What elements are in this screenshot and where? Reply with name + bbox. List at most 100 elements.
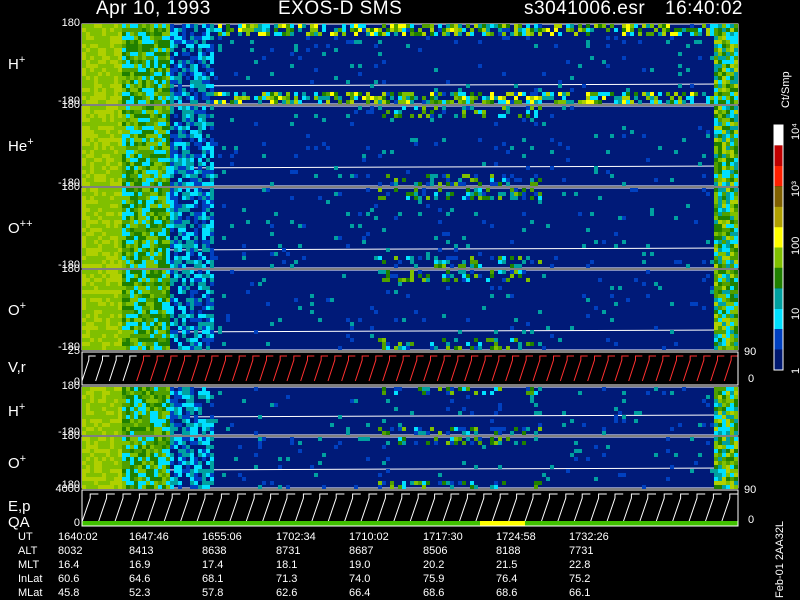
heat-cell <box>714 48 718 52</box>
heat-cell <box>178 457 182 461</box>
heat-cell <box>378 28 382 32</box>
heat-cell <box>522 188 526 192</box>
heat-cell <box>110 403 114 407</box>
heat-cell <box>678 423 682 427</box>
heat-cell <box>150 469 154 473</box>
heat-cell <box>90 162 94 166</box>
heat-cell <box>110 216 114 220</box>
heat-cell <box>82 224 86 228</box>
heat-cell <box>90 52 94 56</box>
heat-cell <box>510 146 514 150</box>
heat-cell <box>310 80 314 84</box>
heat-cell <box>114 80 118 84</box>
heat-cell <box>730 244 734 248</box>
heat-cell <box>202 330 206 334</box>
heat-cell <box>158 142 162 146</box>
heat-cell <box>122 200 126 204</box>
heat-cell <box>722 88 726 92</box>
heat-cell <box>158 411 162 415</box>
heat-cell <box>126 158 130 162</box>
heat-cell <box>102 485 106 489</box>
heat-cell <box>102 248 106 252</box>
heat-cell <box>130 419 134 423</box>
heat-cell <box>126 407 130 411</box>
heat-cell <box>162 473 166 477</box>
heat-cell <box>202 326 206 330</box>
heat-cell <box>722 114 726 118</box>
heat-cell <box>726 248 730 252</box>
heat-cell <box>158 264 162 268</box>
heat-cell <box>150 302 154 306</box>
heat-cell <box>730 170 734 174</box>
heat-cell <box>718 138 722 142</box>
heat-cell <box>122 346 126 350</box>
heat-cell <box>726 88 730 92</box>
heat-cell <box>134 457 138 461</box>
heat-cell <box>726 56 730 60</box>
heat-cell <box>134 170 138 174</box>
heat-cell <box>206 330 210 334</box>
heat-cell <box>122 423 126 427</box>
heat-cell <box>718 302 722 306</box>
heat-cell <box>722 270 726 274</box>
heat-cell <box>178 154 182 158</box>
heat-cell <box>490 178 494 182</box>
heat-cell <box>730 72 734 76</box>
heat-cell <box>498 100 502 104</box>
heat-cell <box>222 92 226 96</box>
heat-cell <box>118 228 122 232</box>
heat-cell <box>98 298 102 302</box>
heat-cell <box>714 220 718 224</box>
heat-cell <box>394 391 398 395</box>
heat-cell <box>98 342 102 346</box>
heat-cell <box>178 212 182 216</box>
heat-cell <box>730 162 734 166</box>
heat-cell <box>466 196 470 200</box>
heat-cell <box>98 260 102 264</box>
heat-cell <box>154 60 158 64</box>
heat-cell <box>718 282 722 286</box>
heat-cell <box>566 146 570 150</box>
heat-cell <box>722 64 726 68</box>
heat-cell <box>586 24 590 28</box>
heat-cell <box>234 100 238 104</box>
heat-cell <box>106 473 110 477</box>
heat-cell <box>158 52 162 56</box>
heat-cell <box>714 294 718 298</box>
heat-cell <box>726 92 730 96</box>
heat-cell <box>98 118 102 122</box>
heat-cell <box>106 32 110 36</box>
heat-cell <box>418 212 422 216</box>
heat-cell <box>178 248 182 252</box>
heat-cell <box>110 224 114 228</box>
heat-cell <box>730 310 734 314</box>
heat-cell <box>438 188 442 192</box>
heat-cell <box>114 204 118 208</box>
heat-cell <box>186 391 190 395</box>
heat-cell <box>134 204 138 208</box>
heat-cell <box>118 130 122 134</box>
heat-cell <box>166 461 170 465</box>
heat-cell <box>110 461 114 465</box>
heat-cell <box>98 411 102 415</box>
heat-cell <box>118 60 122 64</box>
heat-cell <box>146 306 150 310</box>
heat-cell <box>558 100 562 104</box>
heat-cell <box>122 84 126 88</box>
heat-cell <box>162 72 166 76</box>
heat-cell <box>114 126 118 130</box>
heat-cell <box>734 118 738 122</box>
heat-cell <box>150 240 154 244</box>
heat-cell <box>178 72 182 76</box>
heat-cell <box>358 92 362 96</box>
heat-cell <box>90 204 94 208</box>
heat-cell <box>718 188 722 192</box>
heat-cell <box>146 138 150 142</box>
heat-cell <box>522 28 526 32</box>
heat-cell <box>98 338 102 342</box>
heat-cell <box>150 330 154 334</box>
heat-cell <box>130 449 134 453</box>
heat-cell <box>154 118 158 122</box>
heat-cell <box>186 469 190 473</box>
heat-cell <box>98 24 102 28</box>
